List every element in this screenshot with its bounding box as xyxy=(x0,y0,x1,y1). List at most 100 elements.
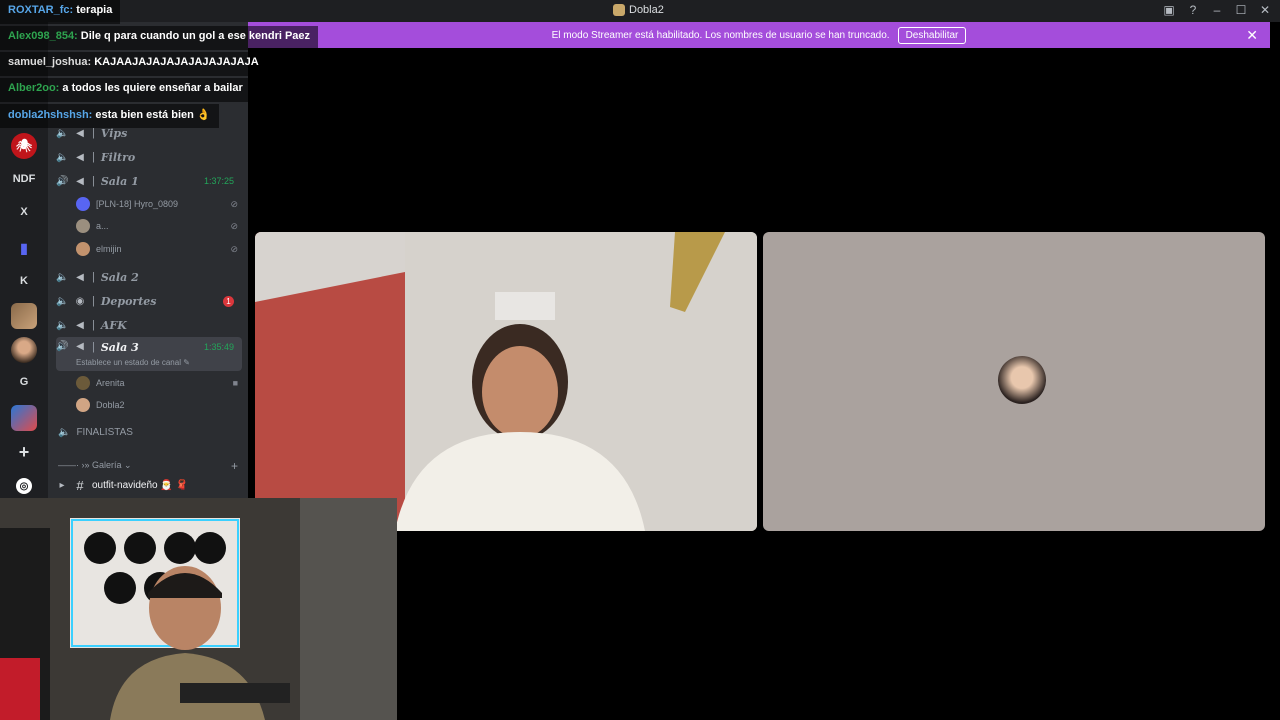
user-name: Arenita xyxy=(96,378,125,388)
chat-message: Alber2oo: a todos les quiere enseñar a b… xyxy=(0,78,251,102)
chat-user: samuel_joshua: xyxy=(8,56,92,68)
voice-user[interactable]: a... ⊘ xyxy=(76,216,242,236)
camera-feed-image xyxy=(255,232,757,531)
voice-user[interactable]: Dobla2 xyxy=(76,395,242,415)
add-channel-icon[interactable]: + xyxy=(231,459,238,473)
server-ndf[interactable]: NDF xyxy=(11,166,37,192)
app-icon xyxy=(613,4,625,16)
channel-name: Filtro xyxy=(100,150,136,164)
maximize-icon[interactable]: ☐ xyxy=(1234,3,1248,17)
video-tile-avatar[interactable] xyxy=(763,232,1265,531)
hash-icon: # xyxy=(76,477,84,493)
channel-name: Vips xyxy=(100,126,128,140)
chat-message: ROXTAR_fc: terapia xyxy=(0,0,121,24)
arrow-right-icon: ▸ xyxy=(59,479,65,491)
voice-channel-sala-1[interactable]: 🔊 ◀ | Sala 1 1:37:25 xyxy=(56,170,242,192)
disable-streamer-mode-button[interactable]: Deshabilitar xyxy=(897,26,967,44)
voice-channel-filtro[interactable]: 🔈 ◀ | Filtro xyxy=(56,146,242,168)
server-g[interactable]: G xyxy=(11,369,37,395)
channel-name: Sala 2 xyxy=(100,270,139,284)
voice-user[interactable]: [PLN-18] Hyro_0809 ⊘ xyxy=(76,194,242,214)
app-title: Dobla2 xyxy=(613,4,664,16)
banner-close-icon[interactable]: ✕ xyxy=(1246,27,1258,44)
explore-icon[interactable]: ◎ xyxy=(16,478,32,494)
notification-badge: 1 xyxy=(223,295,234,307)
channel-name: outfit-navideño 🎅 🧣 xyxy=(92,479,189,491)
speaker-icon: 🔈 xyxy=(58,427,71,438)
user-name: elmijin xyxy=(96,244,122,254)
speaker-icon: ◀ xyxy=(76,127,84,139)
user-name: a... xyxy=(96,221,109,231)
chat-user: Alber2oo: xyxy=(8,82,60,94)
deafened-icon: ⊘ xyxy=(230,243,238,254)
voice-active-icon: 🔊 xyxy=(56,341,69,352)
channel-name: Deportes xyxy=(100,294,157,308)
voice-channel-finalistas[interactable]: 🔈 FINALISTAS xyxy=(58,427,133,438)
folder-icon[interactable]: ▮ xyxy=(11,235,37,261)
user-avatar xyxy=(76,242,90,256)
server-avatar[interactable] xyxy=(11,303,37,329)
speaker-icon: ◀ xyxy=(76,175,84,187)
video-camera-icon: ■ xyxy=(232,378,238,388)
chat-text: Dile q para cuando un gol a ese kendri P… xyxy=(80,30,311,42)
voice-channel-afk[interactable]: 🔈 ◀ | AFK xyxy=(56,314,242,336)
video-tile-camera[interactable] xyxy=(255,232,757,531)
speaker-icon: ◀ xyxy=(76,319,84,331)
voice-status-icon: 🔈 xyxy=(56,127,69,139)
user-avatar xyxy=(76,219,90,233)
chat-user: Alex098_854: xyxy=(8,30,78,42)
channel-name: FINALISTAS xyxy=(76,427,133,438)
chat-text: KAJAAJAJAJAJAJAJAJAJAJA xyxy=(94,56,259,68)
channel-name: Sala 3 xyxy=(100,341,139,354)
voice-active-icon: 🔊 xyxy=(56,175,69,187)
user-name: [PLN-18] Hyro_0809 xyxy=(96,199,179,209)
app-title-text: Dobla2 xyxy=(629,4,664,16)
channel-timer: 1:37:25 xyxy=(203,176,234,186)
server-avatar[interactable] xyxy=(11,337,37,363)
chat-user: ROXTAR_fc: xyxy=(8,4,74,16)
voice-user[interactable]: Arenita ■ xyxy=(76,373,242,393)
voice-status-icon: 🔈 xyxy=(56,271,69,283)
screen-share-icon[interactable]: ▣ xyxy=(1162,3,1176,17)
streamer-webcam xyxy=(0,498,397,720)
streamer-mode-banner: El modo Streamer está habilitado. Los no… xyxy=(248,22,1270,48)
server-k[interactable]: K xyxy=(11,268,37,294)
server-spider-icon[interactable]: 🕷 xyxy=(11,133,37,159)
voice-user[interactable]: elmijin ⊘ xyxy=(76,239,242,259)
text-channel-outfit[interactable]: ▸ # outfit-navideño 🎅 🧣 xyxy=(56,474,242,496)
globe-icon: ◉ xyxy=(75,295,85,307)
minimize-icon[interactable]: – xyxy=(1210,3,1224,17)
server-avatar[interactable] xyxy=(11,405,37,431)
user-avatar xyxy=(76,398,90,412)
user-name: Dobla2 xyxy=(96,400,125,410)
speaker-icon: ◀ xyxy=(76,341,84,352)
chat-text: terapia xyxy=(76,4,113,16)
channel-status[interactable]: Establece un estado de canal ✎ xyxy=(76,358,190,367)
close-icon[interactable]: ✕ xyxy=(1258,3,1272,17)
voice-status-icon: 🔈 xyxy=(56,151,69,163)
chat-message: Alex098_854: Dile q para cuando un gol a… xyxy=(0,26,319,50)
webcam-feed-image xyxy=(0,498,397,720)
user-avatar xyxy=(76,197,90,211)
voice-status-icon: 🔈 xyxy=(56,295,69,307)
user-avatar xyxy=(76,376,90,390)
chat-text: esta bien está bien 👌 xyxy=(95,109,211,121)
add-server-icon[interactable]: + xyxy=(11,439,37,465)
help-icon[interactable]: ? xyxy=(1186,3,1200,17)
category-galeria[interactable]: ——· ›» Galería ⌄ + xyxy=(58,459,238,473)
channel-timer: 1:35:49 xyxy=(203,342,234,352)
chat-text: a todos les quiere enseñar a bailar xyxy=(62,82,243,94)
voice-channel-sala-2[interactable]: 🔈 ◀ | Sala 2 xyxy=(56,266,242,288)
chat-message: samuel_joshua: KAJAAJAJAJAJAJAJAJAJAJA xyxy=(0,52,267,76)
window-controls: ▣ ? – ☐ ✕ xyxy=(1162,3,1272,17)
server-x[interactable]: X xyxy=(11,199,37,225)
speaker-icon: ◀ xyxy=(76,151,84,163)
chat-user: dobla2hshshsh: xyxy=(8,109,93,121)
speaker-icon: ◀ xyxy=(76,271,84,283)
voice-channel-deportes[interactable]: 🔈 ◉ | Deportes 1 xyxy=(56,290,242,312)
chat-message: dobla2hshshsh: esta bien está bien 👌 xyxy=(0,104,219,128)
banner-text: El modo Streamer está habilitado. Los no… xyxy=(551,29,890,41)
voice-status-icon: 🔈 xyxy=(56,319,69,331)
deafened-icon: ⊘ xyxy=(230,220,238,231)
deafened-icon: ⊘ xyxy=(230,198,238,209)
